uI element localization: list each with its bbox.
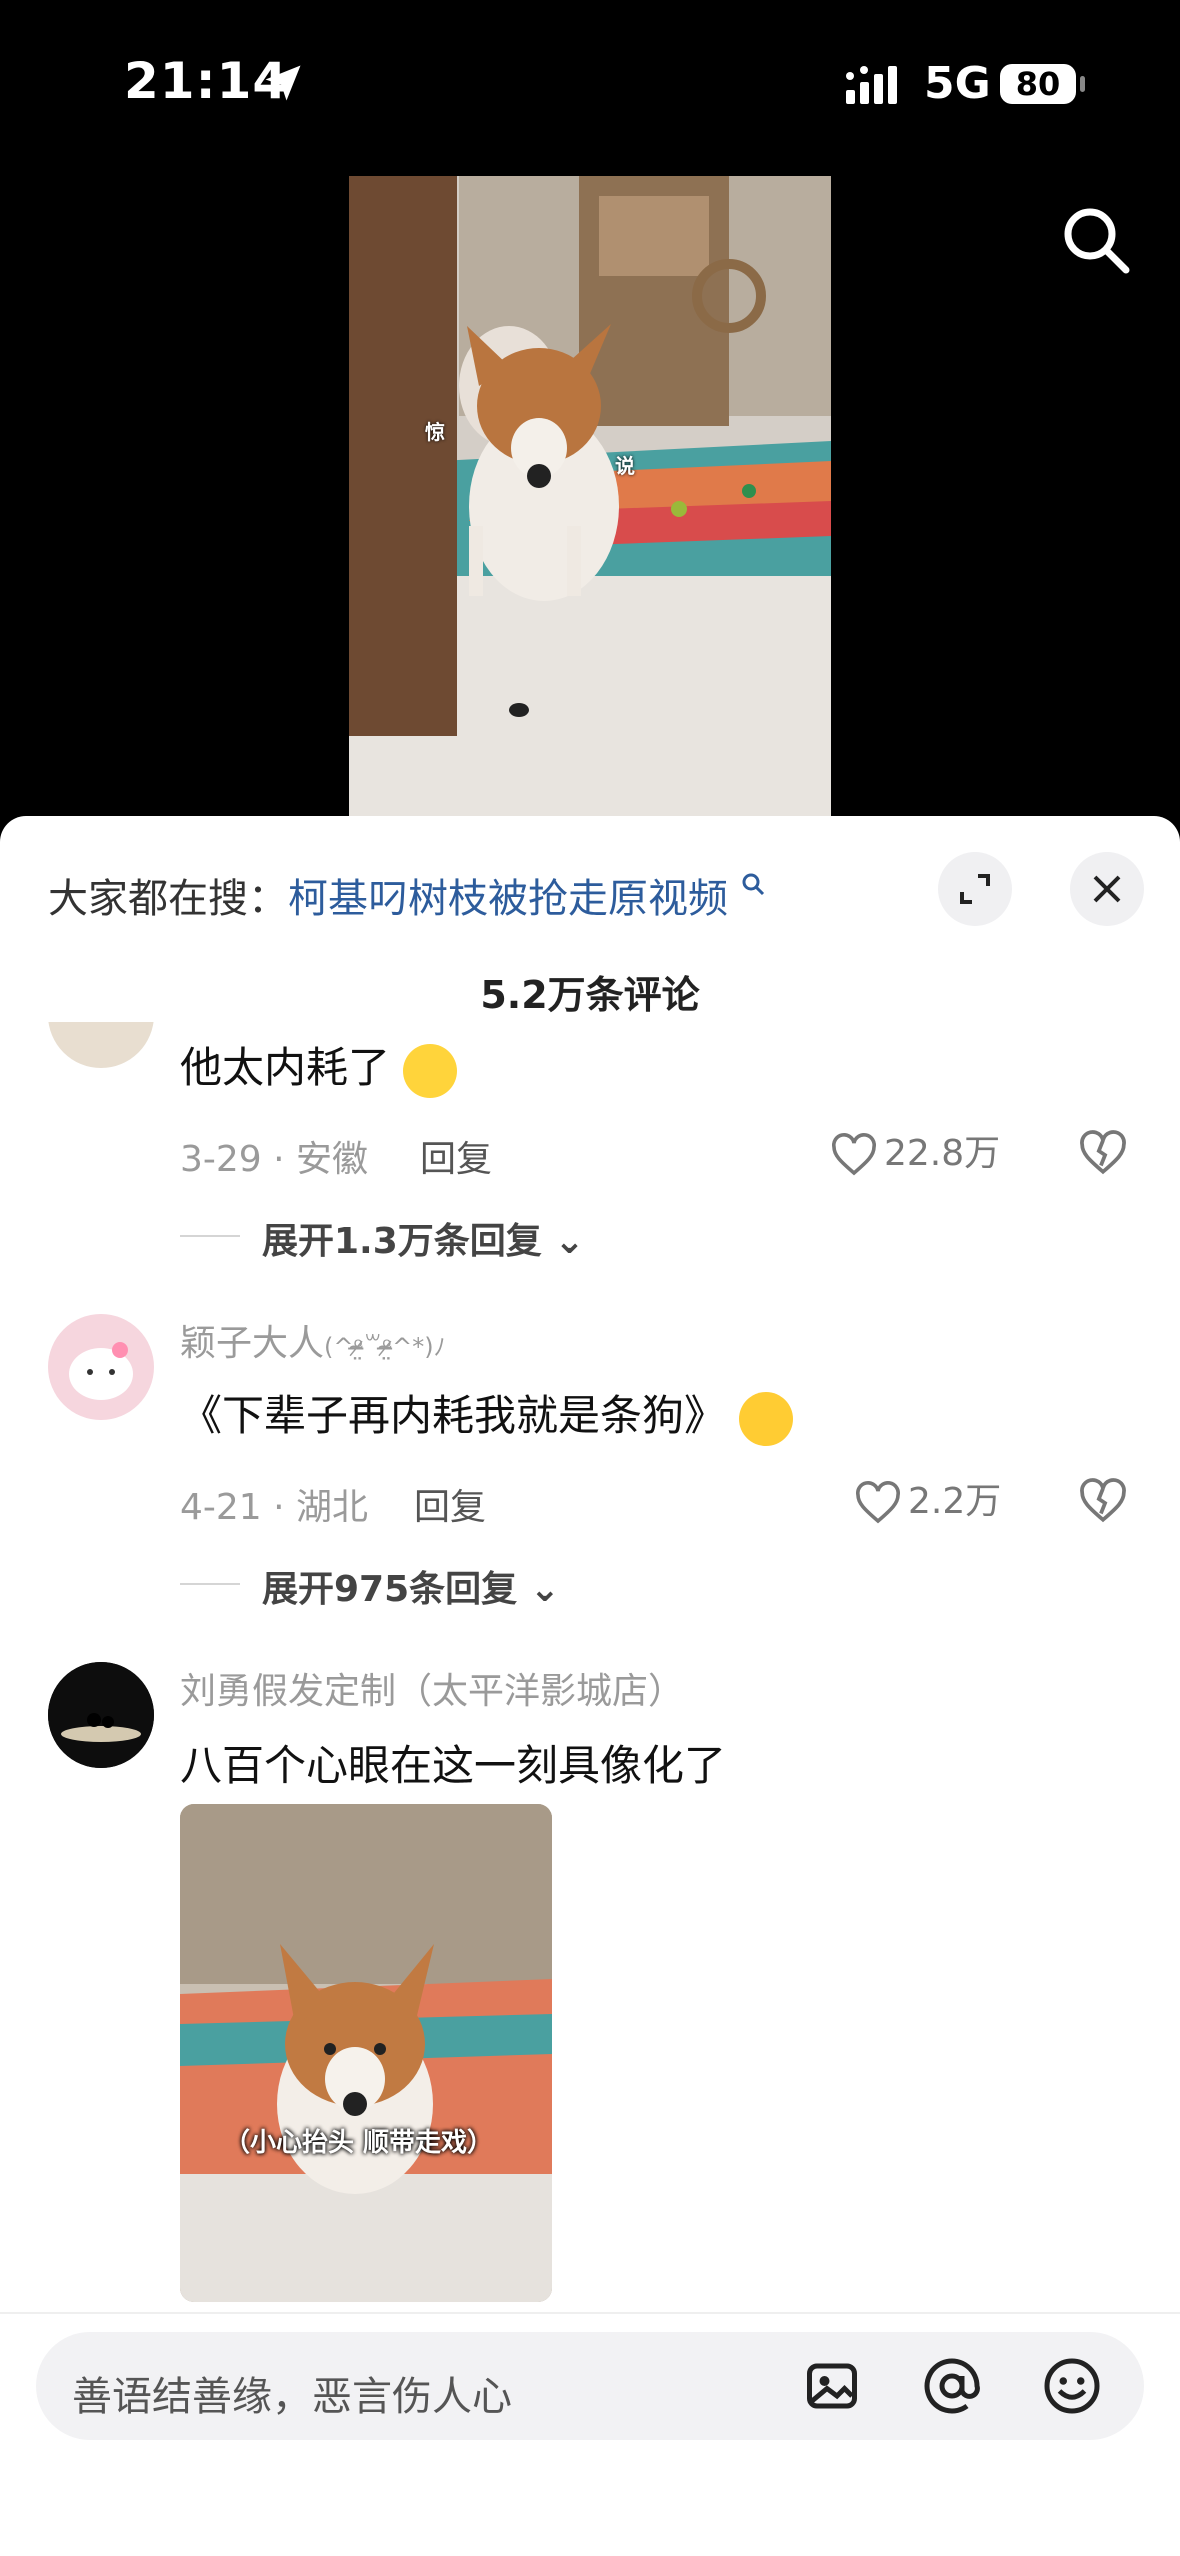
reply-button[interactable]: 回复	[414, 1478, 486, 1530]
comment-username[interactable]: 颖子大人(^ᵒ̴̶̷̤꒳ᵒ̴̶̷̤^*)ﾉ	[180, 1314, 446, 1366]
expand-button[interactable]	[938, 852, 1012, 926]
signal-icon	[846, 66, 897, 104]
expand-replies-button[interactable]: 展开1.3万条回复 ⌄	[262, 1212, 585, 1264]
image-caption: （小心抬头 顺带走戏）	[224, 2128, 494, 2158]
comment-text-content: 他太内耗了	[180, 1043, 391, 1092]
comment-text: 《下辈子再内耗我就是条狗》	[180, 1382, 794, 1446]
chevron-down-icon: ⌄	[529, 1569, 560, 1610]
corgi-photo	[180, 1804, 552, 2302]
expand-replies-label: 展开1.3万条回复	[262, 1221, 542, 1262]
comment-count: 5.2万条评论	[480, 973, 700, 1017]
comment-sheet: 大家都在搜：柯基叼树枝被抢走原视频 5.2万条评论 他太内耗了 3-29 · 安…	[0, 816, 1180, 2556]
comment-image[interactable]: （小心抬头 顺带走戏）	[180, 1804, 552, 2302]
wink-emoji-icon	[739, 1391, 794, 1446]
image-icon[interactable]	[802, 2356, 862, 2416]
avatar-image	[48, 1662, 154, 1768]
like-count: 22.8万	[884, 1133, 1001, 1174]
like-button[interactable]: 2.2万	[854, 1472, 1001, 1527]
location-arrow-icon	[265, 65, 301, 101]
search-icon	[742, 873, 764, 896]
expand-replies-button[interactable]: 展开975条回复 ⌄	[262, 1560, 560, 1612]
broken-heart-icon[interactable]	[1078, 1128, 1128, 1178]
video-frame	[349, 176, 831, 818]
smile-emoji-icon	[403, 1043, 458, 1098]
avatar[interactable]	[48, 1022, 154, 1068]
like-button[interactable]: 22.8万	[830, 1124, 1000, 1179]
close-icon	[1093, 875, 1121, 903]
comment-username[interactable]: 刘勇假发定制（太平洋影城店）	[180, 1662, 684, 1714]
reply-button[interactable]: 回复	[420, 1130, 492, 1182]
comment-input-placeholder: 善语结善缘，恶言伤人心	[72, 2374, 512, 2420]
search-icon[interactable]	[1058, 202, 1134, 278]
close-button[interactable]	[1070, 852, 1144, 926]
video-caption-right: 说	[615, 454, 635, 478]
comment-location: 湖北	[296, 1487, 369, 1528]
comment-list[interactable]: 他太内耗了 3-29 · 安徽 回复 22.8万 展开1.3万条回复 ⌄ 颖子大…	[0, 1022, 1180, 2318]
comment-input[interactable]: 善语结善缘，恶言伤人心	[36, 2332, 1144, 2440]
avatar[interactable]	[48, 1662, 154, 1768]
username-text: 颖子大人	[180, 1323, 325, 1364]
battery-cap	[1080, 76, 1085, 92]
chevron-down-icon: ⌄	[554, 1221, 585, 1262]
comment-date: 4-21	[180, 1487, 262, 1528]
at-icon[interactable]	[922, 2356, 982, 2416]
avatar[interactable]	[48, 1314, 154, 1420]
comment-text: 他太内耗了	[180, 1034, 458, 1098]
search-suggestion-prefix: 大家都在搜：	[48, 876, 288, 922]
video-player[interactable]: 惊 说	[349, 176, 831, 818]
comment-location: 安徽	[296, 1139, 369, 1180]
emoji-icon[interactable]	[1042, 2356, 1102, 2416]
status-bar: 21:14 5G 80	[0, 0, 1180, 170]
divider	[180, 1235, 240, 1237]
username-decoration: (^ᵒ̴̶̷̤꒳ᵒ̴̶̷̤^*)ﾉ	[324, 1333, 446, 1361]
comment-date: 3-29	[180, 1139, 262, 1180]
search-suggestion[interactable]: 大家都在搜：柯基叼树枝被抢走原视频	[48, 866, 767, 924]
expand-replies-label: 展开975条回复	[262, 1569, 518, 1610]
broken-heart-icon[interactable]	[1078, 1476, 1128, 1526]
expand-icon	[960, 874, 990, 904]
search-suggestion-keyword[interactable]: 柯基叼树枝被抢走原视频	[288, 876, 728, 922]
comment-text: 八百个心眼在这一刻具像化了	[180, 1741, 727, 1790]
avatar-image	[69, 1342, 133, 1400]
like-count: 2.2万	[908, 1481, 1002, 1522]
comment-meta: 4-21 · 湖北	[180, 1487, 369, 1528]
comment-meta: 3-29 · 安徽	[180, 1139, 369, 1180]
divider	[180, 1583, 240, 1585]
comment-text-content: 《下辈子再内耗我就是条狗》	[180, 1391, 727, 1440]
battery-indicator: 80	[1000, 64, 1076, 104]
heart-icon	[856, 1481, 900, 1524]
network-type: 5G	[924, 58, 991, 109]
comment-input-bar: 善语结善缘，恶言伤人心	[0, 2312, 1180, 2556]
heart-icon	[832, 1133, 876, 1176]
video-caption-left: 惊	[425, 420, 445, 444]
